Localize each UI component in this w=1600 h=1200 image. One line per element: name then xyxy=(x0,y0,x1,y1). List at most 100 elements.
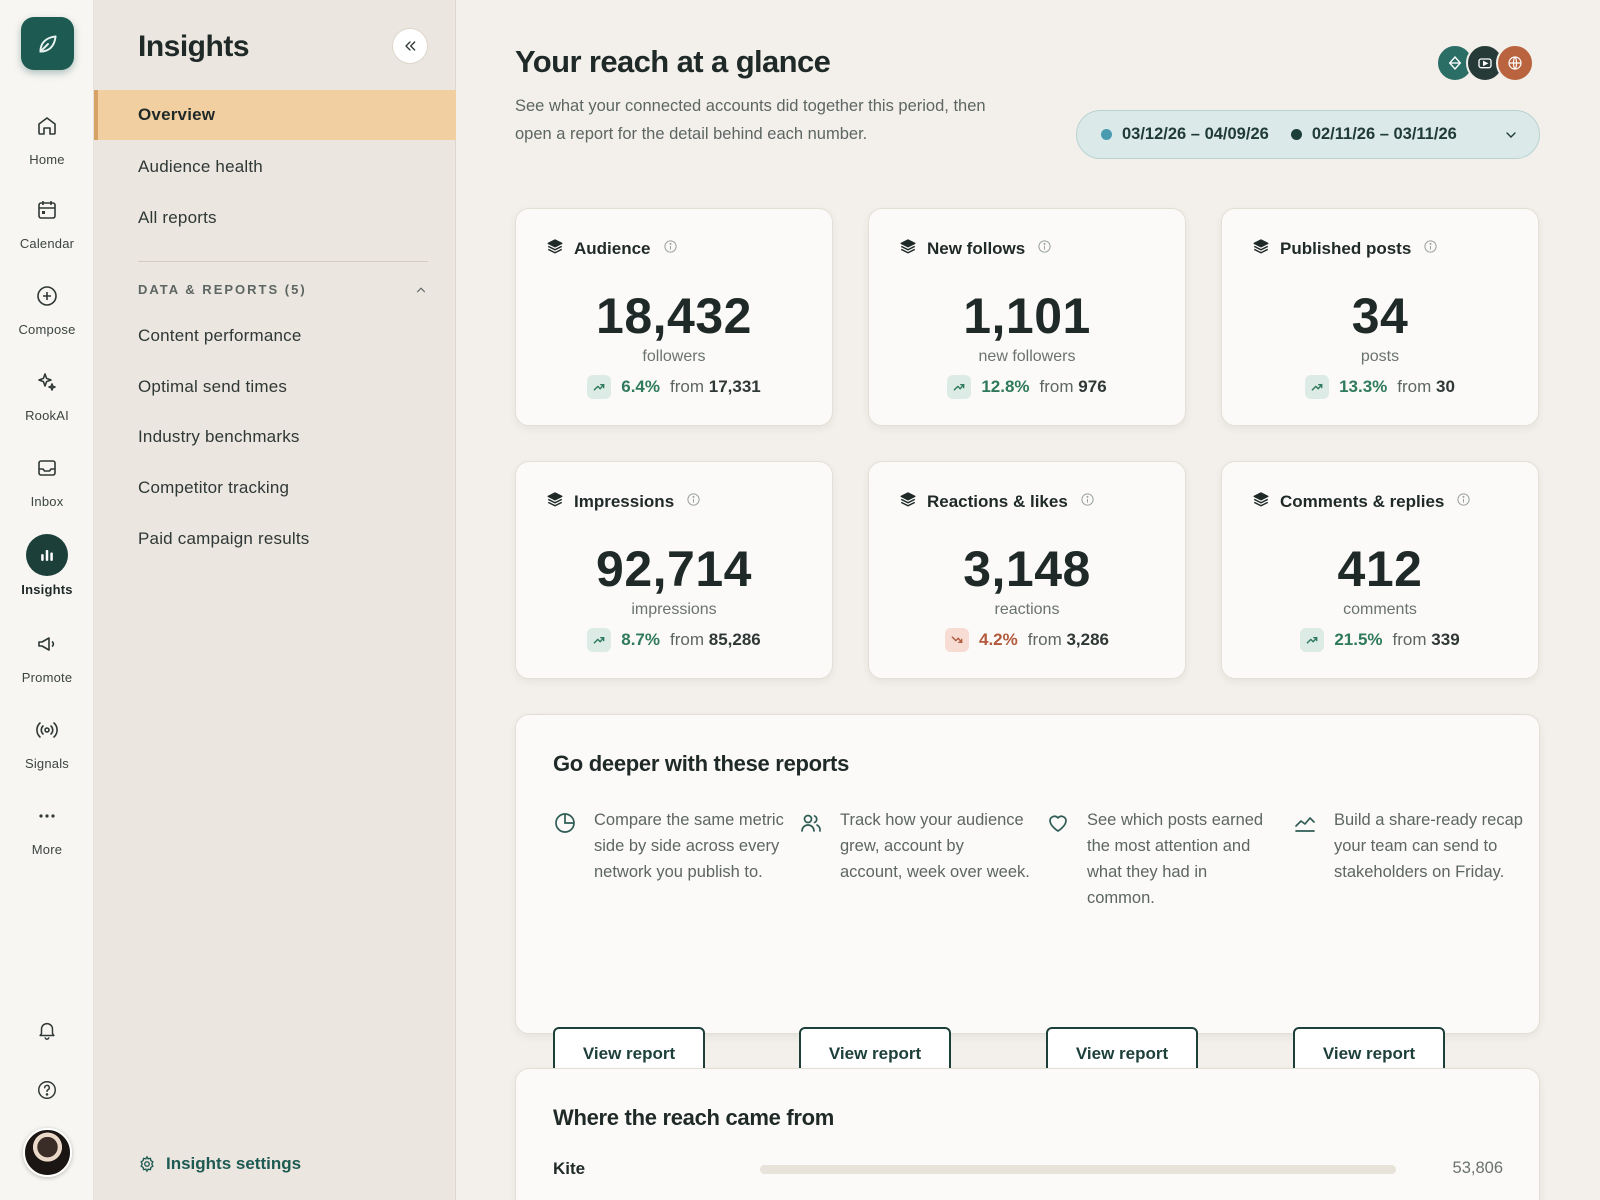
data-reports-section-toggle[interactable]: DATA & REPORTS (5) xyxy=(138,282,428,297)
user-avatar[interactable] xyxy=(23,1128,72,1177)
rail-label: Calendar xyxy=(19,236,75,251)
trend-up-icon xyxy=(587,628,612,652)
sources-panel-title: Where the reach came from xyxy=(553,1105,835,1130)
from-word: from xyxy=(1392,630,1427,649)
from-word: from xyxy=(670,377,704,396)
layers-icon xyxy=(1252,490,1270,513)
stat-card-header: Impressions xyxy=(546,490,701,513)
rail-item-compose[interactable]: Compose xyxy=(0,276,94,337)
stat-delta: 6.4% from 17,331 xyxy=(516,375,832,399)
stat-card-header: Comments & replies xyxy=(1252,490,1471,513)
rail-label: Home xyxy=(29,152,65,167)
trend-up-icon xyxy=(1305,375,1330,399)
delta-percent: 4.2% xyxy=(978,630,1018,649)
help-circle-icon xyxy=(38,1081,56,1099)
trend-up-icon xyxy=(1300,628,1325,652)
info-icon[interactable] xyxy=(1080,492,1095,512)
clock-chart-icon xyxy=(553,811,577,840)
rail-label: RookAI xyxy=(25,408,69,423)
line-trend-icon xyxy=(1293,811,1317,840)
source-bar-track xyxy=(760,1165,1396,1174)
plus-circle-icon xyxy=(27,276,67,316)
delta-from: from 30 xyxy=(1397,377,1455,397)
page-subtitle: See what your connected accounts did tog… xyxy=(515,97,986,143)
more-dots-icon xyxy=(27,796,67,836)
stat-value: 34 xyxy=(1351,288,1409,344)
source-bar-fill xyxy=(760,1165,1396,1174)
app-logo[interactable] xyxy=(21,17,74,70)
stat-card[interactable]: Reactions & likes 3,148 reactions 4.2% from … xyxy=(868,461,1186,679)
nav-item-competitor-tracking[interactable]: Competitor tracking xyxy=(94,463,456,513)
rail-item-insights[interactable]: Insights xyxy=(0,534,94,597)
report-description: See which posts earned the most attentio… xyxy=(1087,811,1264,907)
account-avatar[interactable] xyxy=(1496,44,1534,82)
stat-label: Audience xyxy=(574,238,651,258)
stat-value: 3,148 xyxy=(963,541,1091,597)
nav-item-content-performance[interactable]: Content performance xyxy=(94,311,456,361)
stat-card-header: New follows xyxy=(899,237,1052,260)
stat-label: Impressions xyxy=(574,491,675,511)
insights-settings-link[interactable]: Insights settings xyxy=(138,1154,301,1174)
from-value: 17,331 xyxy=(708,377,761,396)
inbox-icon xyxy=(27,448,67,488)
section-label: DATA & REPORTS (5) xyxy=(138,282,307,297)
from-word: from xyxy=(1039,377,1074,396)
nav-item-audience-health[interactable]: Audience health xyxy=(94,142,456,192)
info-icon[interactable] xyxy=(1456,492,1471,512)
collapse-sidebar-button[interactable] xyxy=(392,28,428,64)
delta-percent: 6.4% xyxy=(621,377,660,396)
rail-item-signals[interactable]: Signals xyxy=(0,710,94,771)
info-icon[interactable] xyxy=(686,492,701,512)
users-icon xyxy=(799,811,823,840)
help-button[interactable] xyxy=(27,1070,67,1110)
delta-percent: 12.8% xyxy=(981,377,1030,396)
info-icon[interactable] xyxy=(1037,239,1052,259)
stat-card[interactable]: Impressions 92,714 impressions 8.7% from 85,… xyxy=(515,461,833,679)
source-row: Kite 53,806 xyxy=(553,1157,1503,1181)
stat-label: New follows xyxy=(927,238,1026,258)
rail-item-calendar[interactable]: Calendar xyxy=(0,190,94,251)
stat-card-header: Audience xyxy=(546,237,678,260)
layers-icon xyxy=(899,237,917,260)
layers-icon xyxy=(1252,237,1270,260)
stat-card[interactable]: Published posts 34 posts 13.3% from 30 xyxy=(1221,208,1539,426)
rail-label: Compose xyxy=(18,322,76,337)
nav-item-industry-benchmarks[interactable]: Industry benchmarks xyxy=(94,412,456,462)
from-value: 3,286 xyxy=(1066,630,1110,649)
stat-unit: impressions xyxy=(631,601,717,618)
info-icon[interactable] xyxy=(1423,239,1438,259)
stat-card[interactable]: Comments & replies 412 comments 21.5% from 3… xyxy=(1221,461,1539,679)
rail-item-more[interactable]: More xyxy=(0,796,94,857)
icon-rail: Home Calendar Compose RookAI Inbox Insig… xyxy=(0,0,94,1200)
main-content: Your reach at a glance See what your con… xyxy=(456,0,1600,1200)
from-value: 30 xyxy=(1436,377,1455,396)
delta-from: from 3,286 xyxy=(1028,630,1109,650)
rail-item-home[interactable]: Home xyxy=(0,106,94,167)
info-icon[interactable] xyxy=(663,239,678,259)
stat-delta: 12.8% from 976 xyxy=(869,375,1185,399)
date-range-selector[interactable]: 03/12/26 – 04/09/26 02/11/26 – 03/11/26 xyxy=(1076,110,1540,159)
delta-from: from 17,331 xyxy=(670,377,761,397)
notifications-button[interactable] xyxy=(27,1010,67,1050)
nav-item-paid-campaign-results[interactable]: Paid campaign results xyxy=(94,514,456,564)
gear-icon xyxy=(140,1155,154,1173)
nav-item-all-reports[interactable]: All reports xyxy=(94,193,456,243)
current-period-dot xyxy=(1101,129,1112,140)
play-box-icon xyxy=(1478,58,1492,69)
stat-card[interactable]: New follows 1,101 new followers 12.8% from 9… xyxy=(868,208,1186,426)
delta-from: from 85,286 xyxy=(670,630,761,650)
subnav-divider xyxy=(138,261,428,262)
layers-icon xyxy=(546,237,564,260)
stat-card[interactable]: Audience 18,432 followers 6.4% from 17,331 xyxy=(515,208,833,426)
rail-item-rookai[interactable]: RookAI xyxy=(0,362,94,423)
insights-subnav: Insights Overview Audience health All re… xyxy=(94,0,456,1200)
stat-delta: 4.2% from 3,286 xyxy=(869,628,1185,652)
rail-item-promote[interactable]: Promote xyxy=(0,624,94,685)
stat-unit: posts xyxy=(1360,348,1400,365)
stat-unit: new followers xyxy=(978,348,1076,365)
nav-item-optimal-send-times[interactable]: Optimal send times xyxy=(94,362,456,412)
sparkle-icon xyxy=(27,362,67,402)
nav-item-overview[interactable]: Overview xyxy=(94,90,456,140)
rail-item-inbox[interactable]: Inbox xyxy=(0,448,94,509)
rail-label: More xyxy=(31,842,63,857)
